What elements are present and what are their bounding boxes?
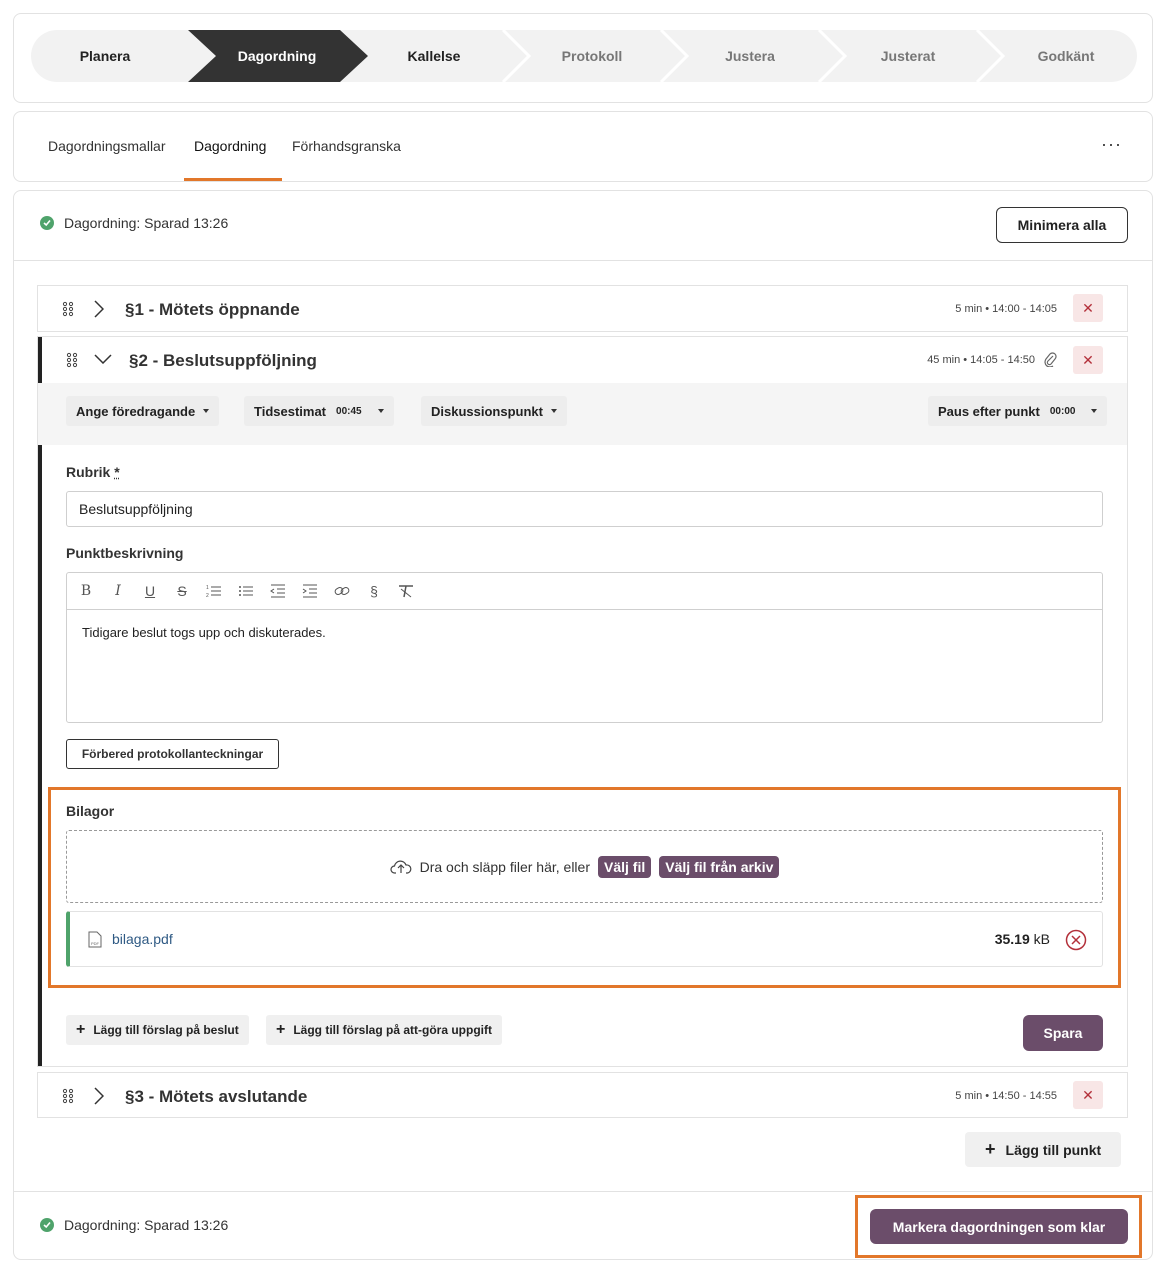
italic-icon[interactable]: I [109, 582, 127, 600]
delete-item-button[interactable]: ✕ [1073, 1081, 1103, 1109]
add-todo-proposal-button[interactable]: + Lägg till förslag på att-göra uppgift [266, 1015, 502, 1045]
heading-input[interactable]: Beslutsuppföljning [66, 491, 1103, 527]
caret-down-icon [550, 409, 557, 413]
mark-agenda-done-button[interactable]: Markera dagordningen som klar [870, 1209, 1128, 1244]
plus-icon: + [76, 1021, 86, 1038]
bullet-list-icon[interactable] [237, 582, 255, 600]
step-planera[interactable]: Planera [45, 30, 165, 82]
choose-file-button[interactable]: Välj fil [598, 855, 652, 878]
step-justera[interactable]: Justera [685, 30, 815, 82]
step-separator-icon [817, 30, 847, 82]
attachment-row: PDF bilaga.pdf 35.19 kB [66, 911, 1103, 967]
pause-after-dropdown[interactable]: Paus efter punkt 00:00 [928, 396, 1108, 426]
drag-handle-icon[interactable] [62, 1088, 74, 1104]
agenda-editor-card: Dagordning: Sparad 13:26 Minimera alla §… [13, 190, 1153, 1260]
attachment-link[interactable]: bilaga.pdf [112, 931, 173, 947]
remove-attachment-icon[interactable] [1065, 929, 1087, 951]
step-godkant[interactable]: Godkänt [1001, 30, 1131, 82]
outdent-icon[interactable] [269, 582, 287, 600]
indent-icon[interactable] [301, 582, 319, 600]
agenda-item-time: 45 min • 14:05 - 14:50 [927, 354, 1035, 366]
heading-label: Rubrik * [66, 464, 120, 480]
description-editor[interactable]: B I U S 12 § Tidigare beslut togs upp oc… [66, 572, 1103, 723]
active-item-accent [38, 337, 42, 1066]
step-dagordning[interactable]: Dagordning [207, 30, 347, 82]
tab-dagordningsmallar[interactable]: Dagordningsmallar [48, 138, 166, 154]
workflow-stepper: Planera Dagordning Kallelse Protokoll Ju… [31, 30, 1137, 82]
divider [14, 1191, 1152, 1192]
more-options-button[interactable]: ··· [1101, 134, 1122, 155]
tabs-card: Dagordningsmallar Dagordning Förhandsgra… [13, 111, 1153, 182]
step-separator-icon [975, 30, 1005, 82]
dropzone-text: Dra och släpp filer här, eller [419, 858, 590, 875]
add-item-button[interactable]: + Lägg till punkt [965, 1132, 1122, 1167]
minimize-all-button[interactable]: Minimera alla [996, 207, 1128, 243]
underline-icon[interactable]: U [141, 582, 159, 600]
agenda-item-1[interactable]: §1 - Mötets öppnande 5 min • 14:00 - 14:… [37, 285, 1128, 332]
add-decision-proposal-button[interactable]: + Lägg till förslag på beslut [66, 1015, 249, 1045]
step-kallelse[interactable]: Kallelse [369, 30, 499, 82]
footer-save-status: Dagordning: Sparad 13:26 [40, 1217, 228, 1233]
step-justerat[interactable]: Justerat [843, 30, 973, 82]
agenda-item-3[interactable]: §3 - Mötets avslutande 5 min • 14:50 - 1… [37, 1072, 1128, 1118]
plus-icon: + [985, 1139, 996, 1159]
attachment-size: 35.19 kB [994, 931, 1050, 947]
prepare-minutes-notes-button[interactable]: Förbered protokollanteckningar [66, 739, 279, 769]
caret-down-icon [1091, 409, 1098, 413]
delete-item-button[interactable]: ✕ [1073, 346, 1103, 374]
agenda-item-2: §2 - Beslutsuppföljning 45 min • 14:05 -… [37, 336, 1128, 1067]
check-circle-icon [40, 1218, 54, 1232]
item-type-dropdown[interactable]: Diskussionspunkt [421, 396, 567, 426]
drag-handle-icon[interactable] [62, 301, 74, 317]
attachments-label: Bilagor [66, 803, 115, 819]
drag-handle-icon[interactable] [66, 352, 78, 368]
check-circle-icon [40, 216, 54, 230]
save-status-text: Dagordning: Sparad 13:26 [64, 215, 229, 231]
tab-forhandsgranska[interactable]: Förhandsgranska [292, 138, 401, 154]
agenda-item-title: §2 - Beslutsuppföljning [129, 351, 317, 370]
caret-down-icon [203, 409, 210, 413]
step-separator-icon [501, 30, 531, 82]
chevron-down-icon[interactable] [94, 354, 112, 364]
paperclip-icon [1044, 352, 1057, 367]
paragraph-sign-icon[interactable]: § [365, 582, 383, 600]
agenda-item-time: 5 min • 14:50 - 14:55 [955, 1090, 1057, 1102]
svg-text:PDF: PDF [91, 941, 100, 946]
description-text: Tidigare beslut togs upp och diskuterade… [82, 625, 326, 640]
save-status-text: Dagordning: Sparad 13:26 [64, 1217, 229, 1233]
required-mark: * [114, 464, 120, 480]
save-status: Dagordning: Sparad 13:26 [40, 215, 228, 231]
save-button[interactable]: Spara [1023, 1015, 1103, 1051]
time-estimate-dropdown[interactable]: Tidsestimat 00:45 [244, 396, 394, 426]
delete-item-button[interactable]: ✕ [1073, 294, 1103, 322]
pdf-file-icon: PDF [88, 931, 102, 948]
tab-dagordning[interactable]: Dagordning [194, 138, 266, 154]
chevron-right-icon[interactable] [94, 1087, 104, 1105]
cloud-upload-icon [389, 860, 411, 874]
agenda-item-title: §3 - Mötets avslutande [125, 1087, 308, 1106]
workflow-stepper-card: Planera Dagordning Kallelse Protokoll Ju… [13, 13, 1153, 103]
svg-text:2: 2 [206, 593, 209, 598]
agenda-item-time: 5 min • 14:00 - 14:05 [955, 303, 1057, 315]
choose-from-archive-button[interactable]: Välj fil från arkiv [659, 855, 780, 878]
caret-down-icon [377, 409, 384, 413]
link-icon[interactable] [333, 582, 351, 600]
step-separator-icon [659, 30, 689, 82]
file-dropzone[interactable]: Dra och släpp filer här, eller Välj fil … [66, 830, 1103, 903]
clear-format-icon[interactable] [397, 582, 415, 600]
editor-toolbar: B I U S 12 § [67, 573, 1102, 610]
strikethrough-icon[interactable]: S [173, 582, 191, 600]
description-label: Punktbeskrivning [66, 545, 184, 561]
svg-text:1: 1 [206, 585, 209, 591]
chevron-right-icon[interactable] [94, 300, 104, 318]
plus-icon: + [276, 1021, 286, 1038]
presenter-dropdown[interactable]: Ange föredragande [66, 396, 220, 426]
item-settings-bar: Ange föredragande Tidsestimat 00:45 Disk… [38, 383, 1127, 445]
step-protokoll[interactable]: Protokoll [527, 30, 657, 82]
agenda-item-title: §1 - Mötets öppnande [125, 300, 300, 319]
ordered-list-icon[interactable]: 12 [205, 582, 223, 600]
bold-icon[interactable]: B [77, 582, 95, 600]
divider [14, 260, 1152, 261]
active-tab-indicator [184, 178, 282, 181]
